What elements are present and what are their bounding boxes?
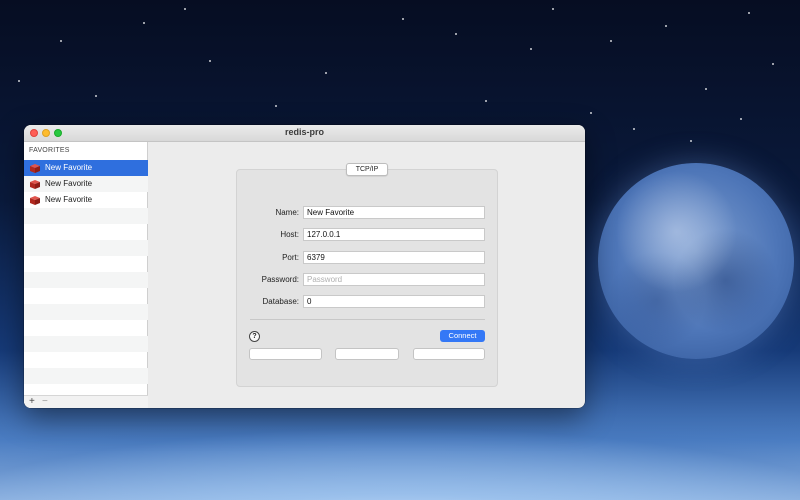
empty-row	[24, 288, 148, 304]
empty-row	[24, 272, 148, 288]
connect-button[interactable]: Connect	[440, 330, 485, 342]
empty-row	[24, 224, 148, 240]
password-field[interactable]	[303, 273, 485, 286]
favorite-label: New Favorite	[45, 163, 93, 172]
favorites-list: New Favorite New Favorite New Favorite	[24, 160, 148, 400]
favorites-header: FAVORITES	[29, 147, 70, 154]
title-bar[interactable]: redis-pro	[24, 125, 585, 142]
port-label: Port:	[282, 253, 299, 262]
redis-cube-icon	[30, 196, 40, 205]
empty-row	[24, 256, 148, 272]
secondary-button-3[interactable]	[413, 348, 485, 360]
database-field[interactable]	[303, 295, 485, 308]
host-label: Host:	[280, 230, 299, 239]
redis-cube-icon	[30, 180, 40, 189]
empty-row	[24, 304, 148, 320]
moon	[598, 163, 794, 359]
port-field[interactable]	[303, 251, 485, 264]
window-title: redis-pro	[284, 127, 324, 137]
favorite-label: New Favorite	[45, 195, 93, 204]
empty-row	[24, 320, 148, 336]
name-field[interactable]	[303, 206, 485, 219]
favorite-item-1[interactable]: New Favorite	[24, 160, 148, 176]
favorite-item-3[interactable]: New Favorite	[24, 192, 148, 208]
sidebar: FAVORITES New Favorite New Favorite New …	[24, 142, 148, 408]
redis-cube-icon	[30, 164, 40, 173]
help-icon[interactable]: ?	[249, 331, 260, 342]
empty-row	[24, 208, 148, 224]
tab-tcp-ip[interactable]: TCP/IP	[346, 163, 388, 176]
favorite-label: New Favorite	[45, 179, 93, 188]
host-field[interactable]	[303, 228, 485, 241]
secondary-button-1[interactable]	[249, 348, 322, 360]
add-favorite-button[interactable]: +	[29, 396, 35, 407]
password-label: Password:	[261, 275, 299, 284]
remove-favorite-button[interactable]: −	[42, 396, 48, 407]
sidebar-toolbar: + −	[24, 395, 148, 408]
empty-row	[24, 368, 148, 384]
empty-row	[24, 240, 148, 256]
form-divider	[250, 319, 485, 320]
secondary-button-2[interactable]	[335, 348, 399, 360]
name-label: Name:	[275, 208, 299, 217]
database-label: Database:	[262, 297, 299, 306]
favorite-item-2[interactable]: New Favorite	[24, 176, 148, 192]
empty-row	[24, 352, 148, 368]
empty-row	[24, 336, 148, 352]
